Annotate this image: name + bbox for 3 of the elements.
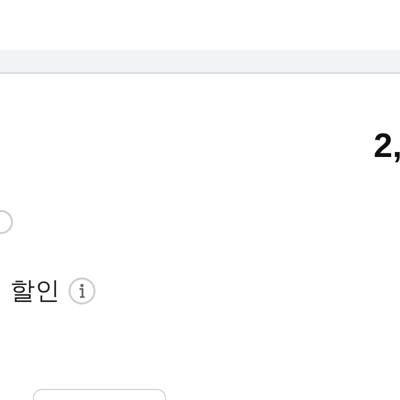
price-amount: 2,: [374, 126, 400, 166]
info-icon[interactable]: [68, 276, 96, 304]
discount-label: 할인: [10, 275, 60, 307]
